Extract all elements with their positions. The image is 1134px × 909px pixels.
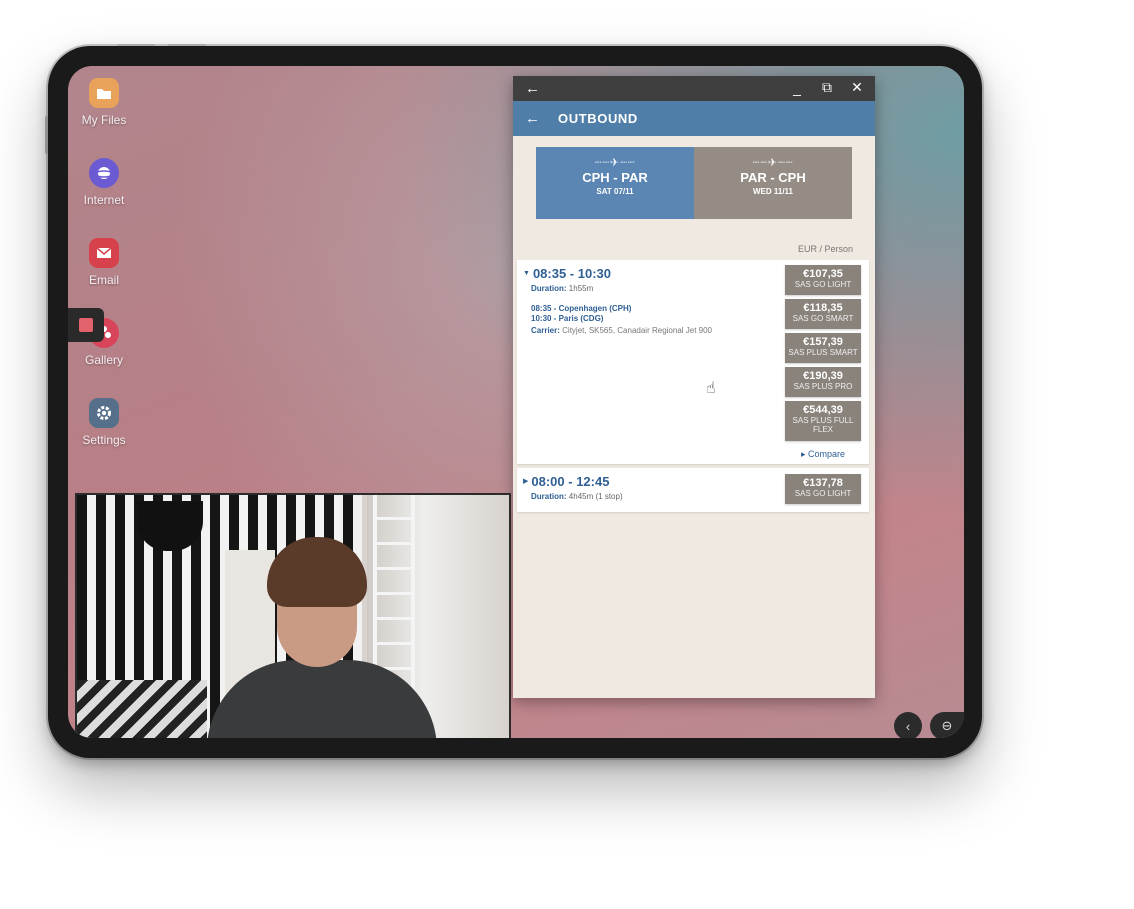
- maximize-icon[interactable]: ⧉: [819, 79, 835, 96]
- tab-return[interactable]: ┈┈✈┈┈ PAR - CPH WED 11/11: [694, 147, 852, 219]
- sofa: [77, 680, 207, 738]
- planet-icon: [89, 158, 119, 188]
- desktop-icon-label: My Files: [81, 113, 127, 127]
- close-icon[interactable]: ✕: [849, 79, 865, 96]
- desktop-icon-internet[interactable]: Internet: [68, 158, 140, 207]
- folder-icon: [89, 78, 119, 108]
- fare-go-light[interactable]: €137,78 SAS GO LIGHT: [785, 474, 861, 504]
- caret-right-icon: ▸: [800, 449, 808, 459]
- flight-duration: Duration: 4h45m (1 stop): [531, 492, 623, 501]
- flight-card[interactable]: ▼ 08:35 - 10:30 Duration: 1h55m 08:35 - C…: [517, 260, 869, 464]
- flight-card[interactable]: ▶ 08:00 - 12:45 Duration: 4h45m (1 stop) …: [517, 468, 869, 512]
- window-titlebar: ← _ ⧉ ✕: [513, 76, 875, 101]
- desktop-icon-settings[interactable]: Settings: [68, 398, 140, 447]
- header-back-icon[interactable]: ←: [525, 110, 540, 127]
- desktop-icon-label: Email: [88, 273, 119, 287]
- currency-unit-note: EUR / Person: [797, 244, 853, 254]
- webcam-video: [75, 493, 511, 738]
- expand-triangle-icon: ▶: [523, 478, 529, 485]
- plane-icon: ┈┈✈┈┈: [752, 157, 794, 169]
- back-arrow-icon[interactable]: ←: [525, 80, 540, 97]
- tablet-screen: My Files Internet Email Gallery Settings…: [68, 66, 964, 738]
- fare-plus-pro[interactable]: €190,39 SAS PLUS PRO: [785, 367, 861, 397]
- fare-go-light[interactable]: €107,35 SAS GO LIGHT: [785, 265, 861, 295]
- segment-departure: 08:35 - Copenhagen (CPH): [531, 304, 632, 313]
- flight-duration: Duration: 1h55m: [531, 284, 594, 293]
- compare-link[interactable]: ▸ Compare: [801, 449, 845, 460]
- desktop-icon-email[interactable]: Email: [68, 238, 140, 287]
- desktop-icon-label: Settings: [82, 433, 126, 447]
- gear-icon: [89, 398, 119, 428]
- nav-minimize-button[interactable]: ⊖: [930, 712, 964, 738]
- plane-icon: ┈┈✈┈┈: [594, 157, 636, 169]
- screen-recorder-button[interactable]: [68, 308, 104, 342]
- fare-go-smart[interactable]: €118,35 SAS GO SMART: [785, 299, 861, 329]
- page-title: OUTBOUND: [558, 111, 638, 126]
- flight-time[interactable]: ▼ 08:35 - 10:30: [523, 266, 611, 281]
- flight-app-window: ← _ ⧉ ✕ ← OUTBOUND ┈┈✈┈┈ CPH - PAR SAT 0…: [513, 76, 875, 698]
- desktop-icon-label: Internet: [83, 193, 125, 207]
- tab-outbound[interactable]: ┈┈✈┈┈ CPH - PAR SAT 07/11: [536, 147, 694, 219]
- record-stop-icon: [79, 318, 93, 332]
- tab-route: CPH - PAR: [582, 170, 648, 185]
- trip-tabs: ┈┈✈┈┈ CPH - PAR SAT 07/11 ┈┈✈┈┈ PAR - CP…: [536, 147, 852, 219]
- tab-date: SAT 07/11: [596, 187, 634, 196]
- nav-back-button[interactable]: ‹: [894, 712, 922, 738]
- fare-plus-full-flex[interactable]: €544,39 SAS PLUS FULL FLEX: [785, 401, 861, 441]
- segment-arrival: 10:30 - Paris (CDG): [531, 314, 604, 323]
- envelope-icon: [89, 238, 119, 268]
- tab-date: WED 11/11: [752, 187, 794, 196]
- tab-route: PAR - CPH: [740, 170, 806, 185]
- desktop-icon-label: Gallery: [84, 353, 123, 367]
- desktop-icon-my-files[interactable]: My Files: [68, 78, 140, 127]
- fare-plus-smart[interactable]: €157,39 SAS PLUS SMART: [785, 333, 861, 363]
- flight-carrier: Carrier: Cityjet, SK565, Canadair Region…: [531, 326, 713, 335]
- flight-time[interactable]: ▶ 08:00 - 12:45: [523, 474, 609, 489]
- expand-triangle-icon: ▼: [523, 270, 530, 277]
- app-header: ← OUTBOUND: [513, 101, 875, 136]
- hand-cursor-icon: ☝: [706, 380, 716, 397]
- minimize-icon[interactable]: _: [789, 80, 805, 96]
